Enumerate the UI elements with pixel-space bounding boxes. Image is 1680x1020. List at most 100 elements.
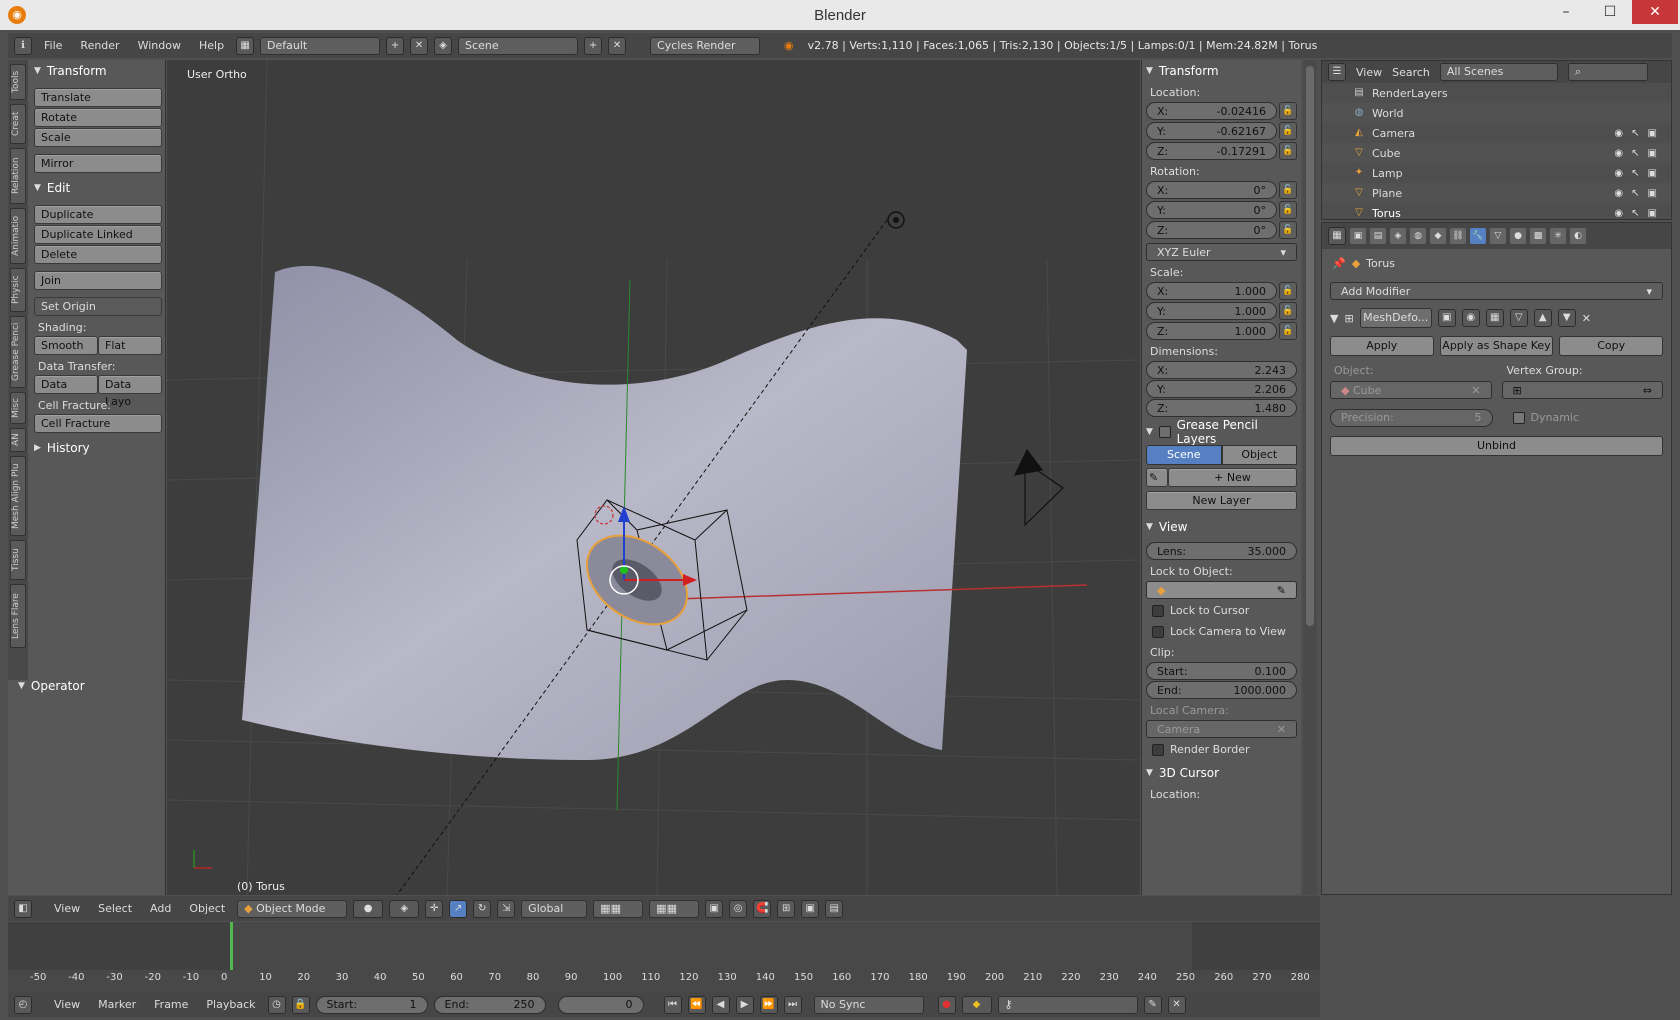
grease-pencil-header[interactable]: ▼ Grease Pencil Layers [1142,418,1301,446]
cursor-icon[interactable]: ↖ [1631,208,1639,219]
properties-shelf-scrollbar[interactable] [1303,60,1317,895]
vp-menu-add[interactable]: Add [144,902,177,915]
view-panel-header[interactable]: ▼ View [1142,516,1301,538]
rotation-z-field[interactable]: Z: 0° [1146,221,1277,239]
maximize-button[interactable]: ☐ [1590,0,1630,24]
sync-select[interactable]: No Sync [813,995,924,1014]
pin-icon[interactable]: 📌 [1332,257,1346,270]
menu-window[interactable]: Window [132,39,187,52]
cursor-icon[interactable]: ↖ [1631,148,1639,159]
outliner-item[interactable]: ▤ RenderLayers [1322,83,1671,103]
operator-panel-header[interactable]: ▼ Operator [14,675,89,697]
dimensions-x-field[interactable]: X: 2.243 [1146,361,1297,379]
viewport-editor-icon[interactable]: ◧ [14,899,32,918]
layers-tab-icon[interactable]: ▤ [1370,228,1386,244]
scale-y-field[interactable]: Y: 1.000 [1146,302,1277,320]
play-reverse-icon[interactable]: ◀ [711,995,730,1014]
menu-render[interactable]: Render [74,39,125,52]
location-y-field[interactable]: Y: -0.62167 [1146,122,1277,140]
history-panel-header[interactable]: ▶ History [30,437,166,459]
dimensions-z-field[interactable]: Z: 1.480 [1146,399,1297,417]
gp-scene-toggle[interactable]: Scene [1146,445,1222,465]
end-frame-field[interactable]: End: 250 [433,995,546,1014]
copy-button[interactable]: Copy [1559,336,1663,356]
material-tab-icon[interactable]: ● [1510,228,1526,244]
keying-set-field[interactable]: ⚷ [997,995,1138,1014]
clip-start-field[interactable]: Start: 0.100 [1146,662,1297,680]
layer-lock-icon[interactable]: ▣ [705,899,724,918]
grease-pencil-checkbox[interactable] [1158,426,1171,438]
transform-panel-header[interactable]: ▼ Transform [30,60,166,82]
delete-keyframe-icon[interactable]: ✕ [1167,995,1186,1014]
clear-icon[interactable]: ✕ [1277,723,1286,736]
tab-misc[interactable]: Misc [10,392,26,424]
eye-icon[interactable]: ◉ [1614,188,1623,199]
preview-range-icon[interactable]: ◷ [267,995,286,1014]
lock-icon[interactable]: 🔓 [1279,181,1297,199]
lock-icon[interactable]: 🔓 [1279,122,1297,140]
cursor-icon[interactable]: ↖ [1631,188,1639,199]
add-layout-icon[interactable]: + [386,36,405,55]
join-button[interactable]: Join [34,271,162,290]
vp-menu-view[interactable]: View [48,902,86,915]
outliner-item[interactable]: ◭ Camera ◉ ↖ ▣ [1322,123,1671,143]
tab-create[interactable]: Creat [10,104,26,144]
outliner-view-menu[interactable]: View [1356,66,1382,79]
invert-icon[interactable]: ⇔ [1643,384,1652,397]
translate-button[interactable]: Translate [34,88,162,107]
cage-toggle-icon[interactable]: ▽ [1509,309,1528,327]
outliner-search-menu[interactable]: Search [1392,66,1430,79]
tab-relations[interactable]: Relation [10,148,26,204]
lock-icon[interactable]: 🔓 [1279,201,1297,219]
scale-x-field[interactable]: X: 1.000 [1146,282,1277,300]
outliner-editor-icon[interactable]: ☰ [1328,63,1346,81]
lock-icon[interactable]: 🔓 [1279,221,1297,239]
move-up-icon[interactable]: ▲ [1533,309,1552,327]
timeline[interactable]: -50 -40 -30 -20 -10 0 10 20 30 40 50 60 70 80 90 100 110… [8,922,1320,992]
tab-physics[interactable]: Physic [10,268,26,312]
eye-icon[interactable]: ◉ [1614,148,1623,159]
tl-menu-playback[interactable]: Playback [200,998,261,1011]
duplicate-button[interactable]: Duplicate [34,205,162,224]
tab-animation[interactable]: Animatio [10,208,26,264]
opengl-render-icon[interactable]: ▣ [801,899,820,918]
eye-icon[interactable]: ◉ [1614,208,1623,219]
viewport-scene[interactable] [167,60,1140,895]
gp-new-button[interactable]: + New [1168,468,1297,487]
flat-button[interactable]: Flat [98,336,162,355]
dimensions-y-field[interactable]: Y: 2.206 [1146,380,1297,398]
object-tab-icon[interactable]: ◆ [1430,228,1446,244]
snap-icon[interactable]: 🧲 [753,899,772,918]
tab-grease-pencil[interactable]: Grease Penci [10,316,26,388]
render-tab-icon[interactable]: ▣ [1350,228,1366,244]
close-button[interactable]: ✕ [1632,0,1678,24]
insert-keyframe-icon[interactable]: ✎ [1143,995,1162,1014]
orientation-select[interactable]: Global [521,899,588,918]
minimize-button[interactable]: – [1546,0,1586,24]
delete-button[interactable]: Delete [34,245,162,264]
rotation-y-field[interactable]: Y: 0° [1146,201,1277,219]
scale-button[interactable]: Scale [34,128,162,147]
cursor-icon[interactable]: ↖ [1631,168,1639,179]
manipulator-icon[interactable]: ✛ [425,899,444,918]
clip-end-field[interactable]: End: 1000.000 [1146,681,1297,699]
physics-tab-icon[interactable]: ◐ [1570,228,1586,244]
record-icon[interactable]: ● [937,995,956,1014]
add-scene-icon[interactable]: + [584,36,603,55]
start-frame-field[interactable]: Start: 1 [315,995,428,1014]
keying-icon[interactable]: ◆ [961,995,992,1014]
modifiers-tab-icon[interactable]: 🔧 [1470,228,1486,244]
local-camera-field[interactable]: Camera ✕ [1146,720,1297,738]
next-keyframe-icon[interactable]: ⏩ [759,995,778,1014]
lock-icon[interactable]: 🔓 [1279,142,1297,160]
lock-to-cursor-checkbox[interactable]: Lock to Cursor [1142,600,1301,621]
lock-icon[interactable]: 🔓 [1279,322,1297,340]
vertex-group-field[interactable]: ⊞ ⇔ [1501,381,1663,399]
apply-shape-key-button[interactable]: Apply as Shape Key [1439,336,1554,356]
lens-field[interactable]: Lens: 35.000 [1146,542,1297,560]
apply-button[interactable]: Apply [1330,336,1434,356]
viewport-toggle-icon[interactable]: ◉ [1461,309,1480,327]
translate-manipulator-icon[interactable]: ↗ [449,899,468,918]
rotation-x-field[interactable]: X: 0° [1146,181,1277,199]
properties-editor-icon[interactable]: ▦ [1328,227,1346,245]
